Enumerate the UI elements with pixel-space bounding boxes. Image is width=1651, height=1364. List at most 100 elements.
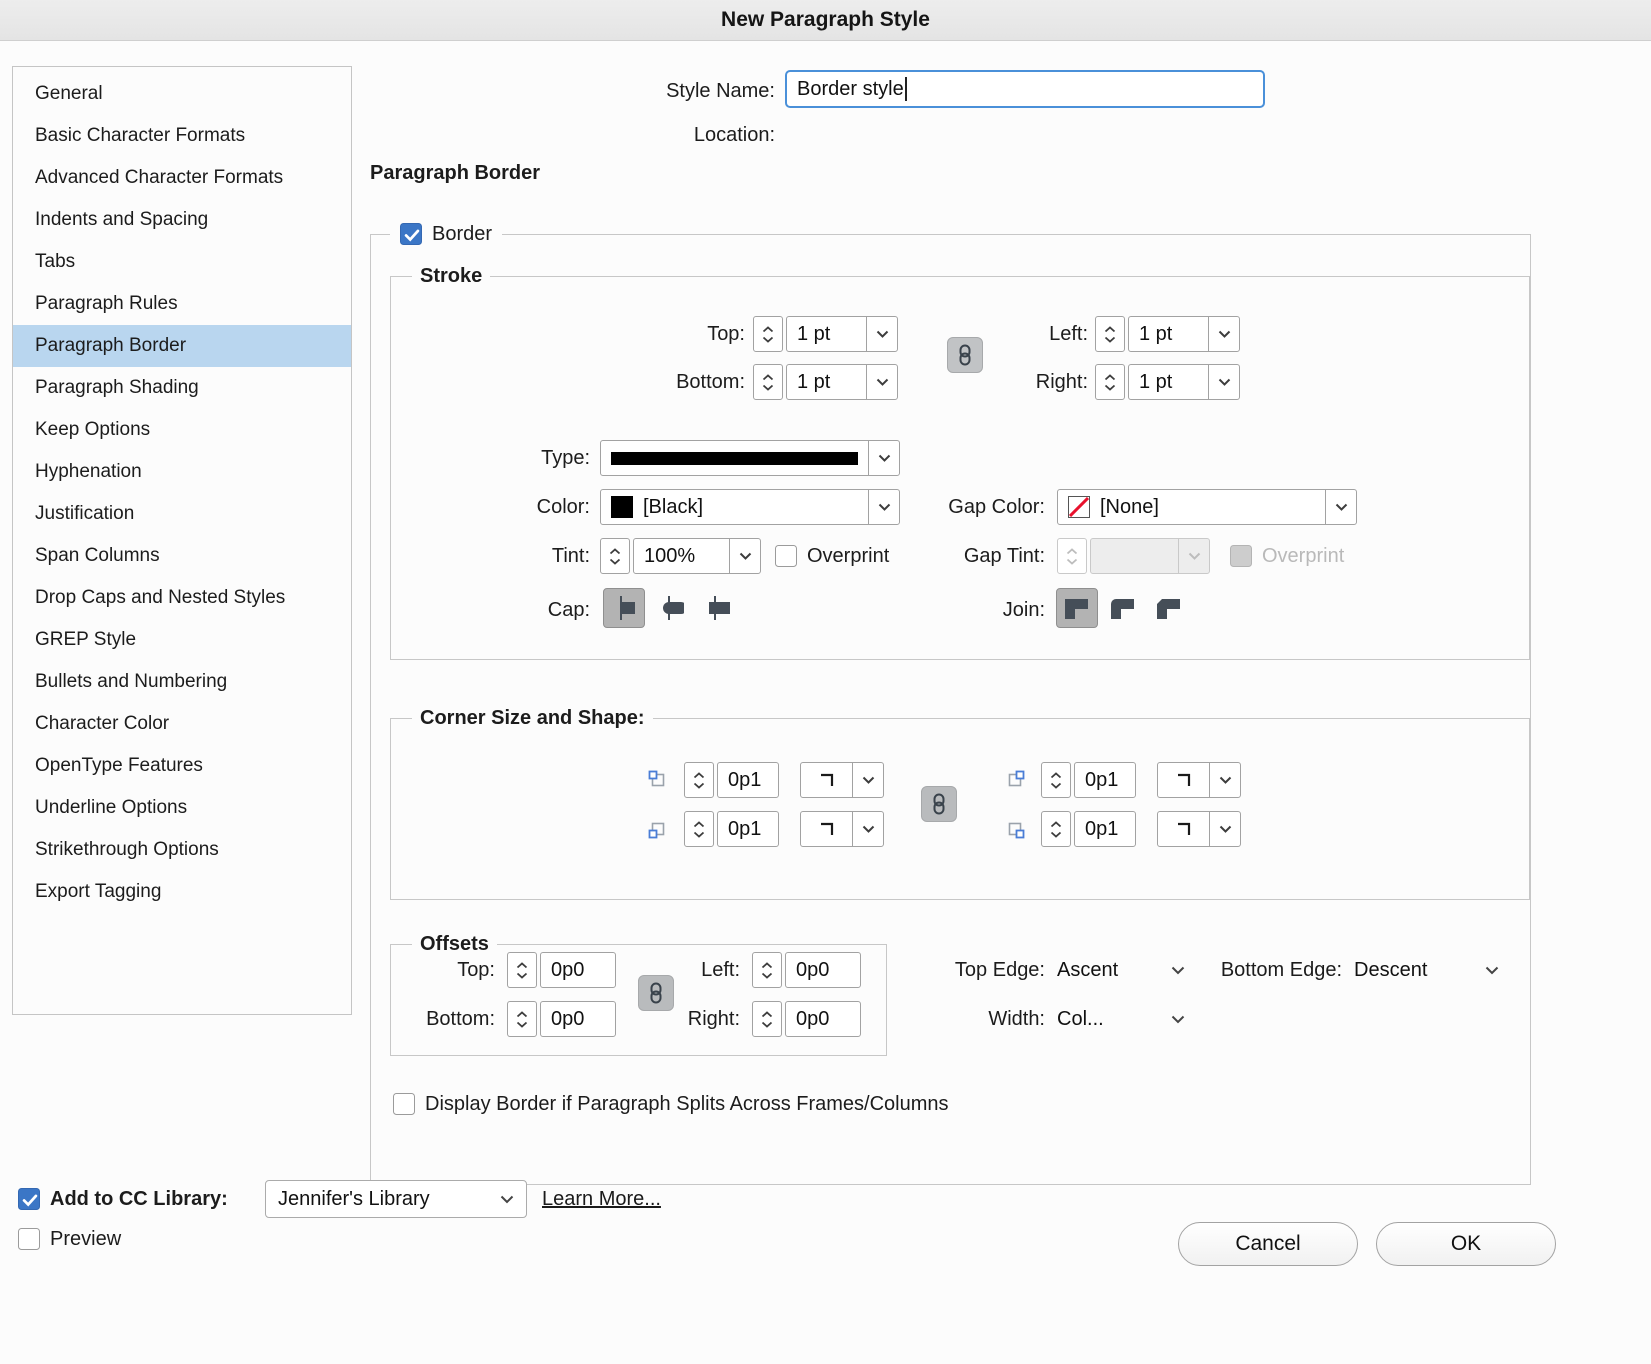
corner-top-right-size-stepper[interactable]: 0p1	[1041, 762, 1136, 798]
spinner-icon[interactable]	[752, 1001, 782, 1037]
sidebar-item-span-columns[interactable]: Span Columns	[13, 535, 351, 577]
join-bevel-button[interactable]	[1148, 588, 1190, 628]
cc-library-label: Add to CC Library:	[50, 1186, 270, 1212]
ok-button[interactable]: OK	[1376, 1222, 1556, 1266]
style-name-input[interactable]: Border style	[785, 70, 1265, 108]
spinner-icon[interactable]	[507, 1001, 537, 1037]
offset-bottom-value[interactable]: 0p0	[541, 1008, 615, 1031]
corner-bottom-left-size-stepper[interactable]: 0p1	[684, 811, 779, 847]
gap-color-dropdown[interactable]: [None]	[1057, 489, 1357, 525]
sidebar-item-strikethrough-options[interactable]: Strikethrough Options	[13, 829, 351, 871]
stroke-right-value[interactable]: 1 pt	[1129, 371, 1208, 394]
corner-top-left-size-stepper[interactable]: 0p1	[684, 762, 779, 798]
join-miter-button[interactable]	[1056, 588, 1098, 628]
corner-bottom-right-size-value[interactable]: 0p1	[1075, 818, 1135, 841]
chain-link-icon	[928, 793, 950, 815]
corner-top-left-shape-dropdown[interactable]	[800, 762, 884, 798]
chevron-down-icon[interactable]	[1208, 365, 1239, 399]
join-round-button[interactable]	[1102, 588, 1144, 628]
cap-butt-button[interactable]	[603, 588, 645, 628]
stroke-top-stepper[interactable]: 1 pt	[753, 316, 898, 352]
sidebar-item-export-tagging[interactable]: Export Tagging	[13, 871, 351, 913]
chevron-down-icon[interactable]	[729, 539, 760, 573]
tint-stepper[interactable]: 100%	[600, 538, 761, 574]
sidebar-item-opentype-features[interactable]: OpenType Features	[13, 745, 351, 787]
corner-bottom-left-shape-dropdown[interactable]	[800, 811, 884, 847]
bottom-edge-dropdown[interactable]: Descent	[1354, 952, 1499, 988]
spinner-icon[interactable]	[507, 952, 537, 988]
corner-top-left-size-value[interactable]: 0p1	[718, 769, 778, 792]
spinner-icon[interactable]	[753, 316, 783, 352]
offset-bottom-stepper[interactable]: 0p0	[507, 1001, 616, 1037]
spinner-icon[interactable]	[684, 811, 714, 847]
sidebar-item-drop-caps-and-nested-styles[interactable]: Drop Caps and Nested Styles	[13, 577, 351, 619]
chevron-down-icon	[1485, 966, 1499, 975]
spinner-icon[interactable]	[752, 952, 782, 988]
stroke-left-stepper[interactable]: 1 pt	[1095, 316, 1240, 352]
sidebar-item-general[interactable]: General	[13, 73, 351, 115]
sidebar-item-paragraph-border[interactable]: Paragraph Border	[13, 325, 351, 367]
stroke-top-value[interactable]: 1 pt	[787, 323, 866, 346]
sidebar-item-underline-options[interactable]: Underline Options	[13, 787, 351, 829]
spinner-icon[interactable]	[1095, 364, 1125, 400]
cap-round-button[interactable]	[649, 588, 691, 628]
sidebar-item-basic-character-formats[interactable]: Basic Character Formats	[13, 115, 351, 157]
stroke-type-dropdown[interactable]	[600, 440, 900, 476]
sidebar-item-keep-options[interactable]: Keep Options	[13, 409, 351, 451]
sidebar-item-paragraph-shading[interactable]: Paragraph Shading	[13, 367, 351, 409]
sidebar-item-paragraph-rules[interactable]: Paragraph Rules	[13, 283, 351, 325]
spinner-icon[interactable]	[753, 364, 783, 400]
stroke-bottom-stepper[interactable]: 1 pt	[753, 364, 898, 400]
spinner-icon[interactable]	[1041, 762, 1071, 798]
join-label: Join:	[895, 590, 1045, 630]
corner-bottom-right-shape-dropdown[interactable]	[1157, 811, 1241, 847]
spinner-icon[interactable]	[1041, 811, 1071, 847]
stroke-link-button[interactable]	[947, 337, 983, 373]
cap-projecting-button[interactable]	[695, 588, 737, 628]
spinner-icon[interactable]	[1095, 316, 1125, 352]
join-miter-icon	[1063, 594, 1091, 622]
overprint-checkbox[interactable]	[775, 545, 797, 567]
chevron-down-icon[interactable]	[866, 317, 897, 351]
preview-checkbox[interactable]	[18, 1228, 40, 1250]
display-split-checkbox[interactable]	[393, 1093, 415, 1115]
stroke-bottom-value[interactable]: 1 pt	[787, 371, 866, 394]
gap-overprint-label: Overprint	[1262, 538, 1402, 574]
sidebar-item-bullets-and-numbering[interactable]: Bullets and Numbering	[13, 661, 351, 703]
join-round-icon	[1109, 594, 1137, 622]
offset-left-stepper[interactable]: 0p0	[752, 952, 861, 988]
corner-bottom-right-size-stepper[interactable]: 0p1	[1041, 811, 1136, 847]
stroke-color-dropdown[interactable]: [Black]	[600, 489, 900, 525]
width-dropdown[interactable]: Col...	[1057, 1001, 1185, 1037]
cancel-button[interactable]: Cancel	[1178, 1222, 1358, 1266]
sidebar-item-character-color[interactable]: Character Color	[13, 703, 351, 745]
offset-right-stepper[interactable]: 0p0	[752, 1001, 861, 1037]
border-checkbox[interactable]	[400, 223, 422, 245]
offset-left-value[interactable]: 0p0	[786, 959, 860, 982]
offset-top-value[interactable]: 0p0	[541, 959, 615, 982]
offset-right-value[interactable]: 0p0	[786, 1008, 860, 1031]
corner-bottom-left-size-value[interactable]: 0p1	[718, 818, 778, 841]
sidebar-item-hyphenation[interactable]: Hyphenation	[13, 451, 351, 493]
cc-library-dropdown[interactable]: Jennifer's Library	[265, 1180, 527, 1218]
chevron-down-icon[interactable]	[1208, 317, 1239, 351]
sidebar-item-justification[interactable]: Justification	[13, 493, 351, 535]
spinner-icon[interactable]	[600, 538, 630, 574]
offset-bottom-label: Bottom:	[370, 1001, 495, 1037]
sidebar-item-advanced-character-formats[interactable]: Advanced Character Formats	[13, 157, 351, 199]
chevron-down-icon[interactable]	[866, 365, 897, 399]
spinner-icon[interactable]	[684, 762, 714, 798]
stroke-right-stepper[interactable]: 1 pt	[1095, 364, 1240, 400]
sidebar-item-indents-and-spacing[interactable]: Indents and Spacing	[13, 199, 351, 241]
offset-top-stepper[interactable]: 0p0	[507, 952, 616, 988]
tint-value[interactable]: 100%	[634, 545, 729, 568]
sidebar-item-tabs[interactable]: Tabs	[13, 241, 351, 283]
learn-more-link[interactable]: Learn More...	[542, 1186, 661, 1212]
corner-link-button[interactable]	[921, 786, 957, 822]
stroke-color-label: Color:	[440, 489, 590, 525]
cc-library-checkbox[interactable]	[18, 1188, 40, 1210]
stroke-left-value[interactable]: 1 pt	[1129, 323, 1208, 346]
corner-top-right-size-value[interactable]: 0p1	[1075, 769, 1135, 792]
corner-top-right-shape-dropdown[interactable]	[1157, 762, 1241, 798]
sidebar-item-grep-style[interactable]: GREP Style	[13, 619, 351, 661]
